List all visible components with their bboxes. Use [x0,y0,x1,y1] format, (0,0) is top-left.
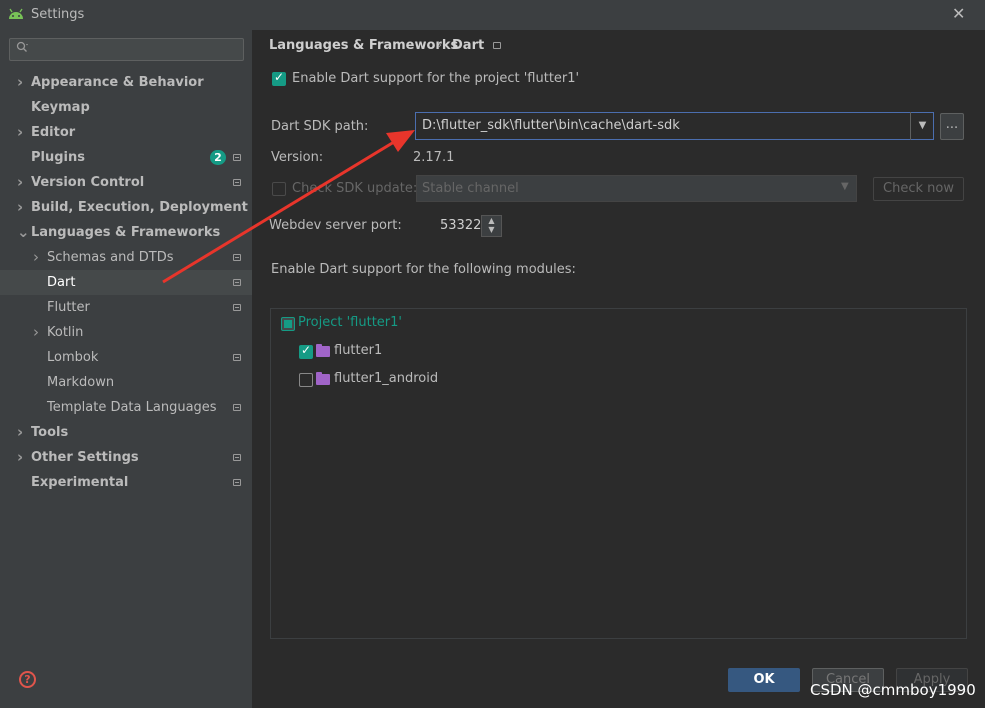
watermark: CSDN @cmmboy1990 [810,681,976,699]
annotation-arrow [162,130,415,284]
